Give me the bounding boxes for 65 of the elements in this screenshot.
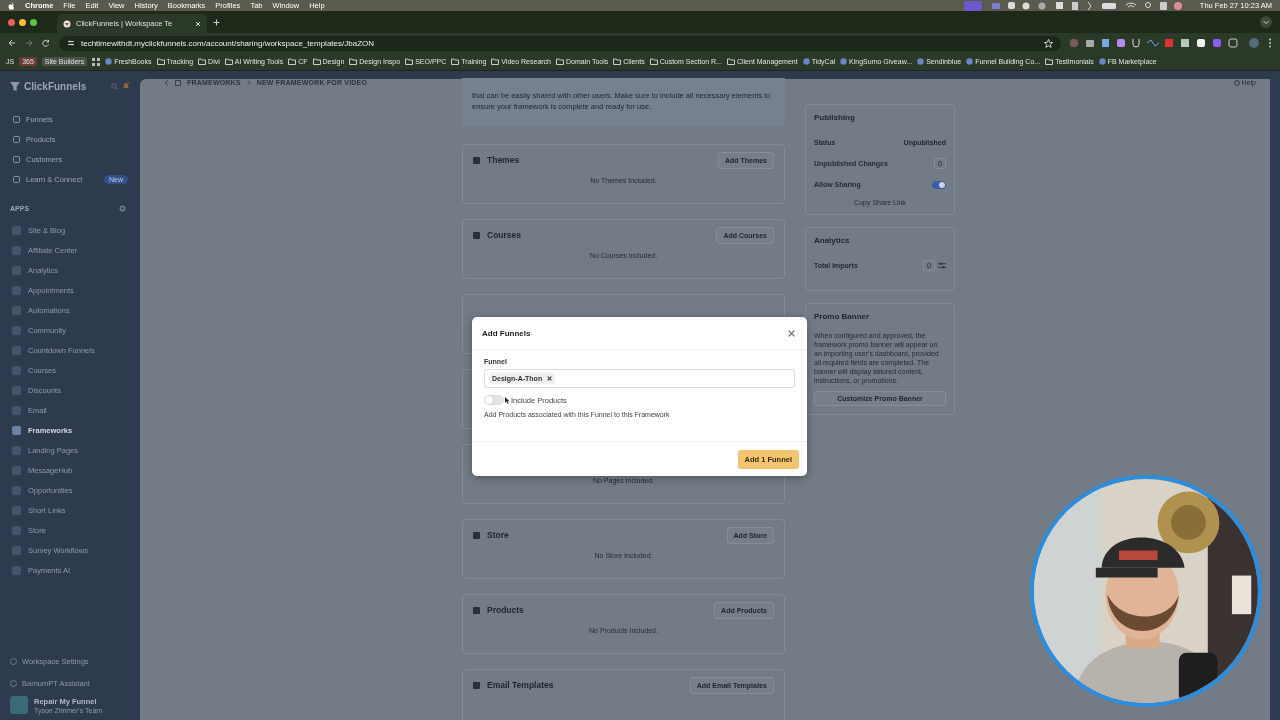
extension-icons-drawing[interactable]	[1070, 38, 1240, 48]
site-icon	[966, 58, 974, 65]
more-icon[interactable]	[1268, 38, 1272, 48]
status-icons-drawing[interactable]	[963, 0, 1184, 11]
logo-icon	[10, 81, 20, 91]
dialog-title: Add Funnels	[482, 328, 531, 338]
folder-icon	[613, 58, 622, 65]
site-icon	[105, 58, 113, 65]
chevron-icon[interactable]	[1260, 16, 1272, 28]
apps-grid-icon[interactable]	[92, 57, 101, 66]
close-icon[interactable]	[788, 329, 795, 337]
site-icon	[1098, 58, 1106, 65]
nav-icon	[13, 175, 20, 183]
apple-icon[interactable]	[8, 1, 15, 10]
address-field[interactable]: techtimewithdt.myclickfunnels.com/account/sharing/workspace_templates/JbaZON	[59, 35, 1061, 51]
section-title: Themes	[487, 155, 520, 165]
brand-name: ClickFunnels	[24, 80, 87, 92]
new-tab-icon[interactable]	[213, 18, 220, 26]
remove-icon[interactable]	[547, 376, 553, 381]
cursor-icon	[505, 396, 510, 404]
section-icon	[473, 156, 480, 164]
site-icon	[917, 58, 925, 65]
folder-icon	[224, 58, 233, 65]
site-settings-icon[interactable]	[67, 39, 75, 47]
forward-icon[interactable]	[25, 39, 33, 47]
section-icon	[473, 531, 480, 539]
star-icon[interactable]	[1044, 38, 1053, 48]
folder-icon	[726, 58, 735, 65]
chevron-icon	[246, 80, 251, 85]
card-title: Promo Banner	[814, 312, 871, 321]
nav-icon	[13, 135, 20, 143]
settings-icon[interactable]	[119, 205, 126, 212]
section-icon	[473, 681, 480, 689]
window-controls-icon[interactable]	[8, 18, 37, 26]
folder-icon	[491, 58, 500, 65]
card-title: Publishing	[814, 113, 856, 122]
folder-icon	[556, 58, 564, 65]
section-title: Store	[487, 530, 509, 540]
folder-icon	[198, 58, 207, 65]
folder-icon	[156, 58, 165, 65]
section-icon	[473, 231, 480, 239]
folder-icon	[288, 58, 297, 65]
folder-icon	[349, 58, 358, 65]
section-icon	[473, 606, 480, 614]
folder-icon	[451, 58, 460, 65]
folder-icon	[1045, 58, 1054, 65]
nav-icon	[13, 115, 20, 123]
favicon-icon	[63, 19, 71, 28]
folder-icon	[312, 58, 321, 65]
folder-icon	[405, 58, 414, 65]
circle-icon	[10, 657, 17, 665]
help-icon	[1233, 79, 1240, 86]
section-title: Products	[487, 605, 524, 615]
reload-icon[interactable]	[42, 39, 50, 47]
site-icon	[840, 58, 848, 65]
site-icon	[802, 58, 810, 65]
sliders-icon[interactable]	[938, 262, 946, 269]
folder-icon	[649, 58, 658, 65]
card-title: Analytics	[814, 236, 851, 245]
section-title: Courses	[487, 230, 521, 240]
section-title: Email Templates	[487, 680, 554, 690]
circle-icon	[10, 679, 17, 687]
toggle-switch[interactable]	[932, 180, 946, 189]
nav-icon	[13, 155, 20, 163]
toggle-switch[interactable]	[484, 395, 504, 405]
